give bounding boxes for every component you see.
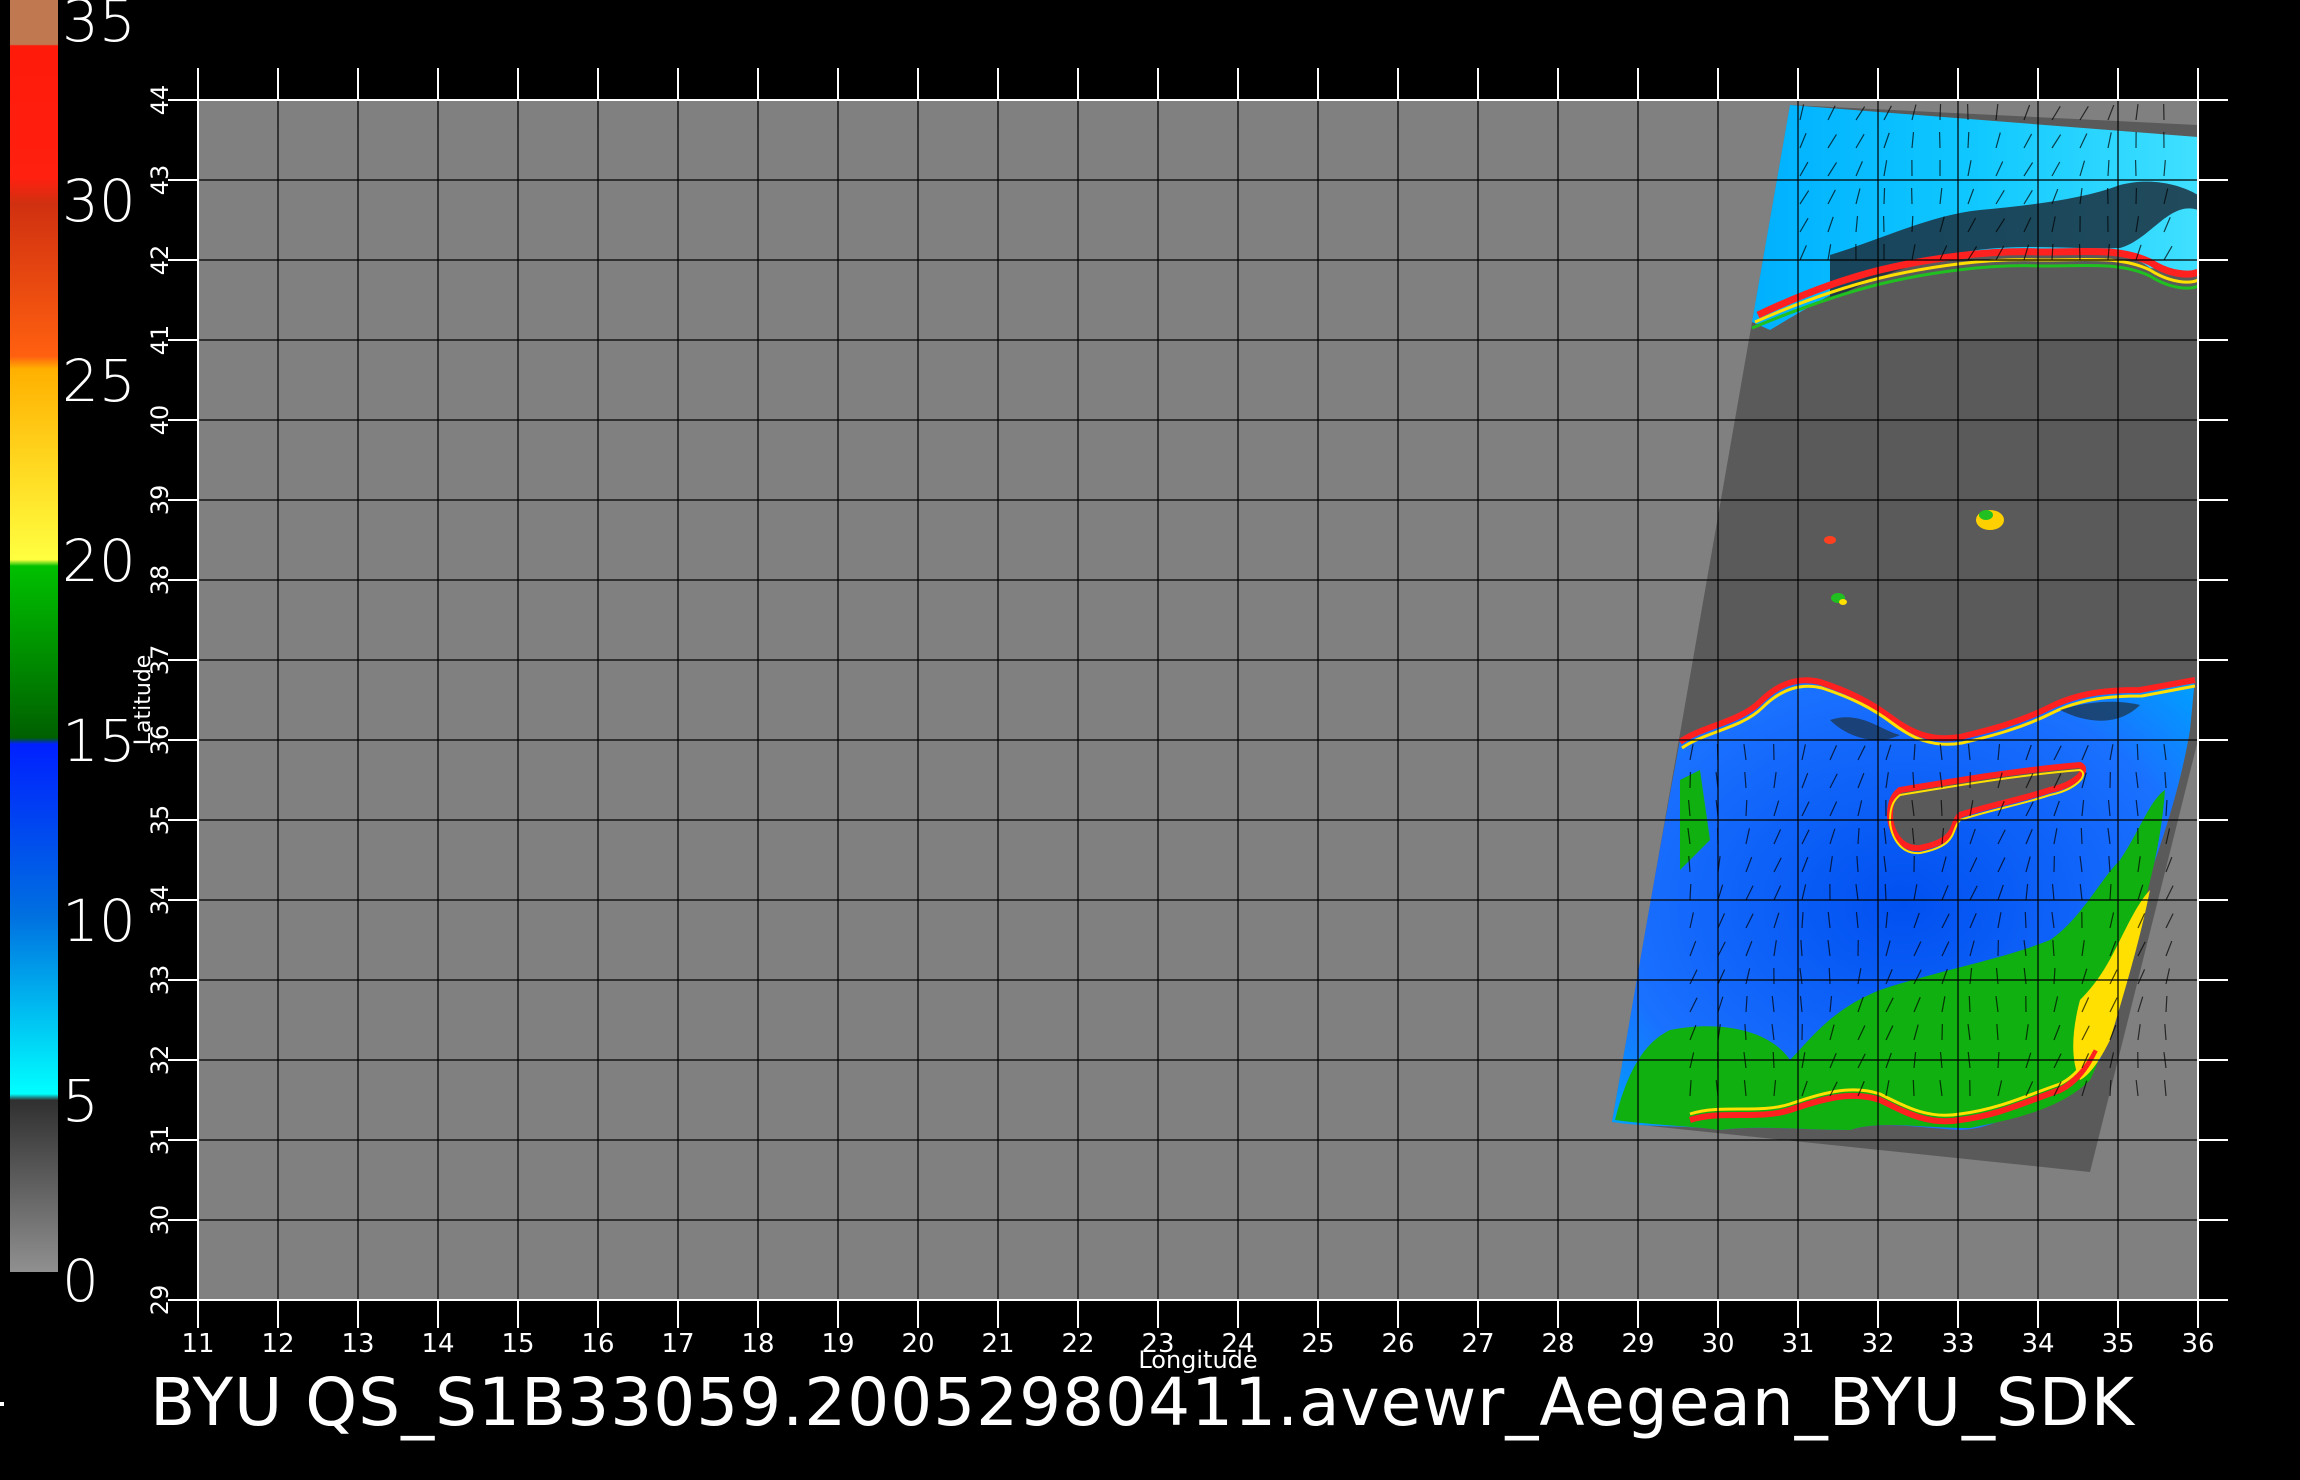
lon-tick-label: 18: [741, 1329, 774, 1359]
lon-tick-label: 13: [341, 1329, 374, 1359]
wind-arrow: [1884, 883, 1887, 901]
wind-arrow: [1912, 1079, 1915, 1097]
lon-tick-label: 17: [661, 1329, 694, 1359]
lon-tick-label: 14: [421, 1329, 454, 1359]
lon-tick-label: 36: [2181, 1329, 2214, 1359]
lat-tick-label: 35: [146, 805, 174, 836]
lat-tick-label: 42: [146, 245, 174, 276]
colorbar-label: 20: [62, 527, 136, 595]
wind-arrow: [1828, 967, 1831, 985]
wind-speed-map: 11 12 13 14 15 16 17 18 19 20 21 22 23 24 25 26 27 28 29 30…: [10, 0, 2228, 1374]
lon-tick-label: 19: [821, 1329, 854, 1359]
colorbar: [10, 0, 58, 1272]
wind-arrow: [1689, 883, 1692, 901]
wind-arrow: [2024, 911, 2027, 929]
wind-arrow: [1939, 103, 1942, 121]
lat-tick-label: 30: [146, 1205, 174, 1236]
lat-tick-label: 33: [146, 965, 174, 996]
lon-tick-label: 30: [1701, 1329, 1734, 1359]
lat-tick-label: 32: [146, 1045, 174, 1076]
wind-arrow: [1968, 995, 1971, 1013]
colorbar-label: 35: [62, 0, 136, 55]
colorbar-label: 10: [62, 887, 136, 955]
lon-tick-label: 35: [2101, 1329, 2134, 1359]
wind-arrow: [1967, 131, 1970, 149]
lon-tick-label: 29: [1621, 1329, 1654, 1359]
edge-marker: [0, 1402, 4, 1406]
lat-tick-label: 34: [146, 885, 174, 916]
lon-tick-label: 34: [2021, 1329, 2054, 1359]
colorbar-label: 25: [62, 347, 136, 415]
lon-tick-label: 26: [1381, 1329, 1414, 1359]
lon-tick-label: 22: [1061, 1329, 1094, 1359]
lon-tick-label: 11: [181, 1329, 214, 1359]
colorbar-label: 15: [62, 707, 136, 775]
wind-arrow: [2136, 743, 2139, 761]
lat-tick-label: 38: [146, 565, 174, 596]
colorbar-label: 0: [62, 1247, 99, 1315]
wind-arrow: [1940, 799, 1943, 817]
lat-tick-label: 31: [146, 1125, 174, 1156]
image-title: BYU QS_S1B33059.20052980411.avewr_Aegean…: [150, 1364, 2135, 1441]
wind-arrow: [2080, 827, 2083, 845]
lon-tick-label: 15: [501, 1329, 534, 1359]
wind-arrow: [1745, 799, 1748, 817]
wind-arrow: [1911, 215, 1914, 233]
lat-tick-label: 44: [146, 85, 174, 116]
lat-tick-label: 41: [146, 325, 174, 356]
lon-tick-label: 21: [981, 1329, 1014, 1359]
lat-tick-label: 29: [146, 1285, 174, 1316]
lon-tick-label: 33: [1941, 1329, 1974, 1359]
lat-tick-label: 40: [146, 405, 174, 436]
lat-tick-label: 43: [146, 165, 174, 196]
colorbar-label: 5: [62, 1067, 99, 1135]
lon-tick-label: 32: [1861, 1329, 1894, 1359]
lon-tick-label: 28: [1541, 1329, 1574, 1359]
lon-tick-label: 25: [1301, 1329, 1334, 1359]
lon-tick-label: 16: [581, 1329, 614, 1359]
colorbar-label: 30: [62, 167, 136, 235]
colorbar-gradient: [10, 0, 58, 1272]
lon-tick-label: 27: [1461, 1329, 1494, 1359]
wind-arrow: [1883, 187, 1886, 205]
lon-tick-label: 31: [1781, 1329, 1814, 1359]
lat-tick-label: 39: [146, 485, 174, 516]
lon-tick-label: 12: [261, 1329, 294, 1359]
lon-tick-label: 20: [901, 1329, 934, 1359]
